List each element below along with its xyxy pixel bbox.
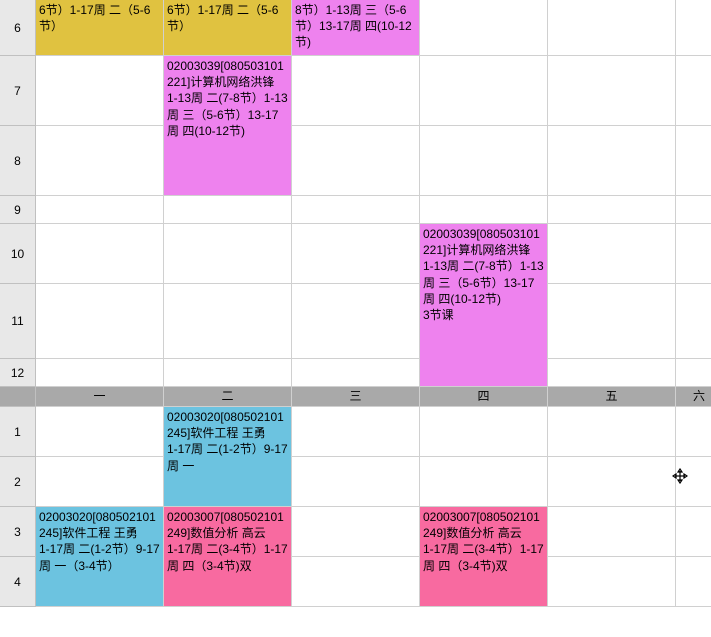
cell-b2-thu[interactable] bbox=[420, 457, 548, 507]
cell-b2-sat[interactable] bbox=[676, 457, 711, 507]
cell-r12-sat[interactable] bbox=[676, 359, 711, 387]
col-header-thu[interactable]: 四 bbox=[420, 387, 548, 407]
cell-b2-wed[interactable] bbox=[292, 457, 420, 507]
cell-r11-tue[interactable] bbox=[164, 284, 292, 359]
cell-r11-fri[interactable] bbox=[548, 284, 676, 359]
cell-r7-mon[interactable] bbox=[36, 56, 164, 126]
cell-r6-tue[interactable]: 6节）1-17周 二（5-6节） bbox=[164, 0, 292, 56]
cell-r7-wed[interactable] bbox=[292, 56, 420, 126]
cell-r8-wed[interactable] bbox=[292, 126, 420, 196]
cell-r9-wed[interactable] bbox=[292, 196, 420, 224]
col-header-wed[interactable]: 三 bbox=[292, 387, 420, 407]
cell-r6-thu[interactable] bbox=[420, 0, 548, 56]
cell-r6-fri[interactable] bbox=[548, 0, 676, 56]
cell-r8-mon[interactable] bbox=[36, 126, 164, 196]
cell-b4-sat[interactable] bbox=[676, 557, 711, 607]
cell-r10-fri[interactable] bbox=[548, 224, 676, 284]
cell-b4-fri[interactable] bbox=[548, 557, 676, 607]
row-header-6[interactable]: 6 bbox=[0, 0, 36, 56]
row-header-b4[interactable]: 4 bbox=[0, 557, 36, 607]
cell-r7-sat[interactable] bbox=[676, 56, 711, 126]
cell-b3-4-tue-course[interactable]: 02003007[080502101249]数值分析 高云 1-17周 二(3-… bbox=[164, 507, 292, 607]
col-header-mon[interactable]: 一 bbox=[36, 387, 164, 407]
cell-r12-wed[interactable] bbox=[292, 359, 420, 387]
cell-b1-mon[interactable] bbox=[36, 407, 164, 457]
cell-b3-sat[interactable] bbox=[676, 507, 711, 557]
cell-r8-sat[interactable] bbox=[676, 126, 711, 196]
cell-r9-mon[interactable] bbox=[36, 196, 164, 224]
cell-r11-mon[interactable] bbox=[36, 284, 164, 359]
cell-r9-tue[interactable] bbox=[164, 196, 292, 224]
row-header-8[interactable]: 8 bbox=[0, 126, 36, 196]
col-header-tue[interactable]: 二 bbox=[164, 387, 292, 407]
cell-b1-sat[interactable] bbox=[676, 407, 711, 457]
cell-r6-mon[interactable]: 6节）1-17周 二（5-6节） bbox=[36, 0, 164, 56]
row-header-b3[interactable]: 3 bbox=[0, 507, 36, 557]
row-header-10[interactable]: 10 bbox=[0, 224, 36, 284]
cell-r9-fri[interactable] bbox=[548, 196, 676, 224]
row-header-11[interactable]: 11 bbox=[0, 284, 36, 359]
cell-r10-mon[interactable] bbox=[36, 224, 164, 284]
cell-b3-fri[interactable] bbox=[548, 507, 676, 557]
col-header-fri[interactable]: 五 bbox=[548, 387, 676, 407]
cell-b4-wed[interactable] bbox=[292, 557, 420, 607]
row-header-12[interactable]: 12 bbox=[0, 359, 36, 387]
cell-b1-fri[interactable] bbox=[548, 407, 676, 457]
row-header-b1[interactable]: 1 bbox=[0, 407, 36, 457]
cell-r10-12-thu-course[interactable]: 02003039[080503101221]计算机网络洪锋 1-13周 二(7-… bbox=[420, 224, 548, 387]
cell-r12-tue[interactable] bbox=[164, 359, 292, 387]
cell-r6-sat[interactable] bbox=[676, 0, 711, 56]
cell-r7-8-tue-course[interactable]: 02003039[080503101221]计算机网络洪锋 1-13周 二(7-… bbox=[164, 56, 292, 196]
cell-r9-sat[interactable] bbox=[676, 196, 711, 224]
cell-b1-wed[interactable] bbox=[292, 407, 420, 457]
row-header-7[interactable]: 7 bbox=[0, 56, 36, 126]
cell-b3-4-mon-course[interactable]: 02003020[080502101245]软件工程 王勇 1-17周 二(1-… bbox=[36, 507, 164, 607]
cell-r7-thu[interactable] bbox=[420, 56, 548, 126]
cell-b2-mon[interactable] bbox=[36, 457, 164, 507]
cell-r7-fri[interactable] bbox=[548, 56, 676, 126]
header-corner[interactable] bbox=[0, 387, 36, 407]
col-header-sat[interactable]: 六 bbox=[676, 387, 711, 407]
cell-b1-thu[interactable] bbox=[420, 407, 548, 457]
spreadsheet[interactable]: 6 6节）1-17周 二（5-6节） 6节）1-17周 二（5-6节） 8节）1… bbox=[0, 0, 711, 607]
cell-r9-thu[interactable] bbox=[420, 196, 548, 224]
cell-r8-thu[interactable] bbox=[420, 126, 548, 196]
cell-b3-wed[interactable] bbox=[292, 507, 420, 557]
cell-b3-4-thu-course[interactable]: 02003007[080502101249]数值分析 高云 1-17周 二(3-… bbox=[420, 507, 548, 607]
cell-r6-wed[interactable]: 8节）1-13周 三（5-6节）13-17周 四(10-12节) bbox=[292, 0, 420, 56]
cell-r10-tue[interactable] bbox=[164, 224, 292, 284]
cell-r11-wed[interactable] bbox=[292, 284, 420, 359]
cell-r10-sat[interactable] bbox=[676, 224, 711, 284]
cell-r11-sat[interactable] bbox=[676, 284, 711, 359]
cell-b1-2-tue-course[interactable]: 02003020[080502101245]软件工程 王勇 1-17周 二(1-… bbox=[164, 407, 292, 507]
cell-r12-mon[interactable] bbox=[36, 359, 164, 387]
row-header-9[interactable]: 9 bbox=[0, 196, 36, 224]
cell-b2-fri[interactable] bbox=[548, 457, 676, 507]
row-header-b2[interactable]: 2 bbox=[0, 457, 36, 507]
cell-r8-fri[interactable] bbox=[548, 126, 676, 196]
cell-r10-wed[interactable] bbox=[292, 224, 420, 284]
cell-r12-fri[interactable] bbox=[548, 359, 676, 387]
